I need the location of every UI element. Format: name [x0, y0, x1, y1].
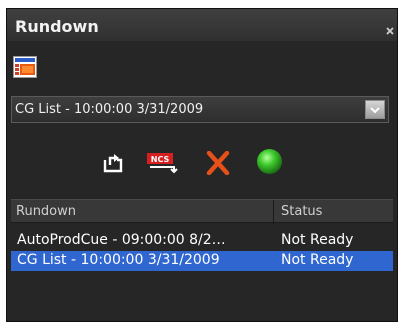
export-icon[interactable] — [102, 151, 124, 173]
rundown-view-icon[interactable] — [13, 56, 37, 78]
panel-titlebar: Rundown — [7, 9, 397, 41]
list-header: Rundown Status — [11, 199, 393, 224]
column-divider[interactable] — [273, 200, 274, 224]
rundown-selector-value: CG List - 10:00:00 3/31/2009 — [15, 102, 204, 117]
list-row[interactable]: AutoProdCue - 09:00:00 8/2… Not Ready — [11, 231, 393, 251]
column-header-rundown[interactable]: Rundown — [16, 204, 76, 219]
close-icon[interactable] — [385, 21, 395, 35]
list-row-selected[interactable]: CG List - 10:00:00 3/31/2009 Not Ready — [11, 251, 393, 271]
column-header-status[interactable]: Status — [281, 204, 322, 219]
ncs-label: NCS — [151, 155, 170, 164]
panel-title: Rundown — [15, 17, 99, 36]
row-status: Not Ready — [281, 232, 354, 248]
rundown-list: Rundown Status AutoProdCue - 09:00:00 8/… — [11, 199, 393, 317]
row-rundown-name: CG List - 10:00:00 3/31/2009 — [17, 252, 220, 268]
ncs-icon[interactable]: NCS — [146, 151, 182, 175]
delete-icon[interactable] — [205, 150, 231, 176]
chevron-down-icon[interactable] — [365, 100, 385, 119]
rundown-panel: Rundown CG List - 10:00:00 3/31/2009 NCS… — [6, 8, 398, 322]
row-status: Not Ready — [281, 252, 354, 268]
status-indicator-icon — [256, 148, 283, 175]
rundown-selector[interactable]: CG List - 10:00:00 3/31/2009 — [11, 96, 389, 123]
row-rundown-name: AutoProdCue - 09:00:00 8/2… — [17, 232, 226, 248]
